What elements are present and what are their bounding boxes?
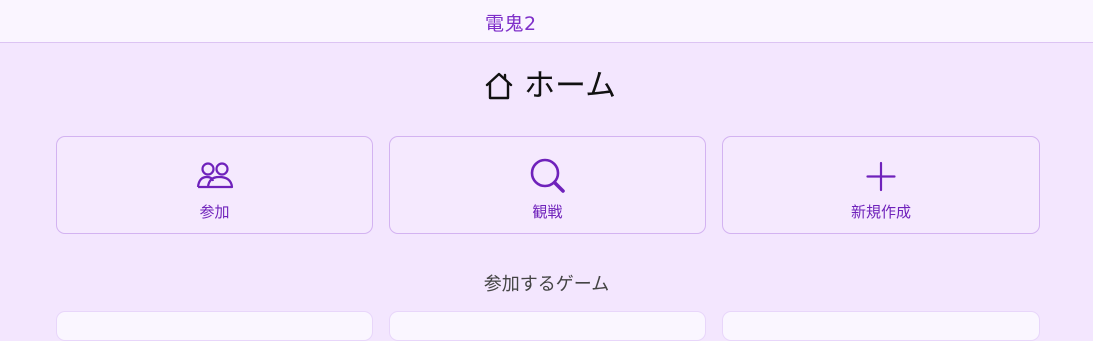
create-new-button[interactable]: 新規作成 — [722, 136, 1040, 234]
top-app-bar: 電鬼2 — [0, 0, 1093, 43]
page-heading: ホーム — [484, 68, 616, 104]
watch-button[interactable]: 観戦 — [389, 136, 706, 234]
watch-button-label: 観戦 — [532, 203, 563, 221]
home-icon — [484, 71, 514, 101]
game-card[interactable] — [389, 311, 706, 341]
app-title[interactable]: 電鬼2 — [485, 9, 537, 36]
join-button-label: 参加 — [199, 203, 230, 221]
create-new-button-label: 新規作成 — [850, 203, 911, 221]
game-card[interactable] — [56, 311, 373, 341]
users-icon — [195, 156, 235, 196]
plus-icon — [861, 156, 901, 196]
page-title: ホーム — [524, 68, 617, 104]
game-card[interactable] — [722, 311, 1040, 341]
search-icon — [528, 156, 568, 196]
section-title-participating-games: 参加するゲーム — [483, 274, 610, 295]
join-button[interactable]: 参加 — [56, 136, 373, 234]
